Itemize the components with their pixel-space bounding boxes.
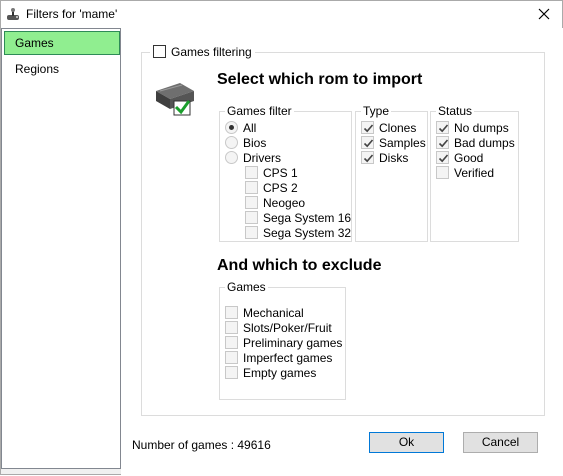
sidebar-item-label: Games <box>15 36 54 50</box>
status-verified[interactable]: Verified <box>436 165 494 180</box>
import-heading: Select which rom to import <box>217 71 423 88</box>
checkbox[interactable] <box>361 121 374 134</box>
checkbox[interactable] <box>245 226 258 239</box>
radio-button[interactable] <box>225 136 238 149</box>
checkbox[interactable] <box>225 306 238 319</box>
type-clones[interactable]: Clones <box>361 120 416 135</box>
checkbox[interactable] <box>225 366 238 379</box>
checkbox[interactable] <box>245 166 258 179</box>
checkbox[interactable] <box>436 121 449 134</box>
radio-button[interactable] <box>225 121 238 134</box>
checkbox-label: Empty games <box>243 365 317 380</box>
status-bad-dumps[interactable]: Bad dumps <box>436 135 515 150</box>
checkbox-label: Preliminary games <box>243 335 343 350</box>
driver-sega-system-32[interactable]: Sega System 32 <box>245 225 351 240</box>
driver-cps1[interactable]: CPS 1 <box>245 165 298 180</box>
exclude-heading: And which to exclude <box>217 257 382 274</box>
games-count: Number of games : 49616 <box>132 438 271 452</box>
checkbox[interactable] <box>225 351 238 364</box>
checkbox[interactable] <box>245 211 258 224</box>
games-filtering-checkbox[interactable] <box>153 45 166 58</box>
checkbox-label: Disks <box>379 150 409 165</box>
checkbox[interactable] <box>361 151 374 164</box>
checkbox[interactable] <box>225 321 238 334</box>
sidebar-item-regions[interactable]: Regions <box>4 57 120 81</box>
checkbox-label: Slots/Poker/Fruit <box>243 320 332 335</box>
checkbox-label: No dumps <box>454 120 509 135</box>
games-filter-legend: Games filter <box>225 104 294 118</box>
driver-cps2[interactable]: CPS 2 <box>245 180 298 195</box>
checkbox-label: CPS 1 <box>263 165 298 180</box>
cancel-button[interactable]: Cancel <box>463 432 538 453</box>
checkbox-label: Sega System 16 <box>263 210 352 225</box>
exclude-games-legend: Games <box>225 280 268 294</box>
driver-sega-system-16[interactable]: Sega System 16 <box>245 210 351 225</box>
checkbox-label: Sega System 32 <box>263 225 352 240</box>
radio-all[interactable]: All <box>225 120 256 135</box>
sidebar-item-label: Regions <box>15 62 60 76</box>
radio-button[interactable] <box>225 151 238 164</box>
exclude-slots[interactable]: Slots/Poker/Fruit <box>225 320 332 335</box>
games-filtering-toggle[interactable]: Games filtering <box>150 44 255 59</box>
checkbox[interactable] <box>436 151 449 164</box>
ok-button[interactable]: Ok <box>369 432 444 453</box>
window-title: Filters for 'mame' <box>26 7 118 21</box>
status-good[interactable]: Good <box>436 150 483 165</box>
checkmark-icon <box>363 124 374 133</box>
exclude-preliminary[interactable]: Preliminary games <box>225 335 342 350</box>
checkbox[interactable] <box>361 136 374 149</box>
checkbox-label: Bad dumps <box>454 135 515 150</box>
type-group: Type Clones Samples Disks <box>355 104 428 242</box>
checkmark-icon <box>363 139 374 148</box>
radio-label: All <box>243 120 257 135</box>
chip-check-icon <box>154 77 196 119</box>
checkmark-icon <box>438 154 449 163</box>
checkbox-label: Mechanical <box>243 305 304 320</box>
content-panel: Games filtering Select which rom to impo… <box>121 28 563 476</box>
games-filtering-label: Games filtering <box>171 44 252 59</box>
checkbox[interactable] <box>245 181 258 194</box>
checkmark-icon <box>438 139 449 148</box>
type-samples[interactable]: Samples <box>361 135 426 150</box>
close-icon <box>538 8 550 20</box>
checkbox-label: Good <box>454 150 484 165</box>
exclude-imperfect[interactable]: Imperfect games <box>225 350 332 365</box>
checkbox-label: Imperfect games <box>243 350 333 365</box>
sidebar: Games Regions <box>1 28 121 469</box>
type-legend: Type <box>361 104 392 118</box>
title-bar: Filters for 'mame' <box>1 1 562 29</box>
checkbox-label: Clones <box>379 120 417 135</box>
checkbox[interactable] <box>436 166 449 179</box>
radio-label: Bios <box>243 135 267 150</box>
close-button[interactable] <box>530 2 558 26</box>
games-filter-group: Games filter All Bios Drivers CPS 1 CPS … <box>219 104 352 242</box>
exclude-games-group: Games Mechanical Slots/Poker/Fruit Preli… <box>219 280 346 400</box>
checkbox[interactable] <box>436 136 449 149</box>
games-filtering-group: Games filtering Select which rom to impo… <box>141 44 545 416</box>
checkbox-label: Samples <box>379 135 426 150</box>
sidebar-item-games[interactable]: Games <box>4 31 120 55</box>
filters-window: Filters for 'mame' Games Regions Games f… <box>0 0 563 476</box>
checkbox[interactable] <box>225 336 238 349</box>
type-disks[interactable]: Disks <box>361 150 408 165</box>
checkbox-label: CPS 2 <box>263 180 298 195</box>
radio-label: Drivers <box>243 150 281 165</box>
status-no-dumps[interactable]: No dumps <box>436 120 509 135</box>
radio-drivers[interactable]: Drivers <box>225 150 281 165</box>
driver-neogeo[interactable]: Neogeo <box>245 195 305 210</box>
exclude-mechanical[interactable]: Mechanical <box>225 305 304 320</box>
checkbox[interactable] <box>245 196 258 209</box>
checkbox-label: Neogeo <box>263 195 306 210</box>
checkmark-icon <box>363 154 374 163</box>
status-legend: Status <box>436 104 475 118</box>
checkmark-icon <box>438 124 449 133</box>
status-group: Status No dumps Bad dumps Good Verified <box>430 104 519 242</box>
exclude-empty[interactable]: Empty games <box>225 365 316 380</box>
joystick-icon <box>6 8 22 22</box>
radio-bios[interactable]: Bios <box>225 135 266 150</box>
checkbox-label: Verified <box>454 165 495 180</box>
